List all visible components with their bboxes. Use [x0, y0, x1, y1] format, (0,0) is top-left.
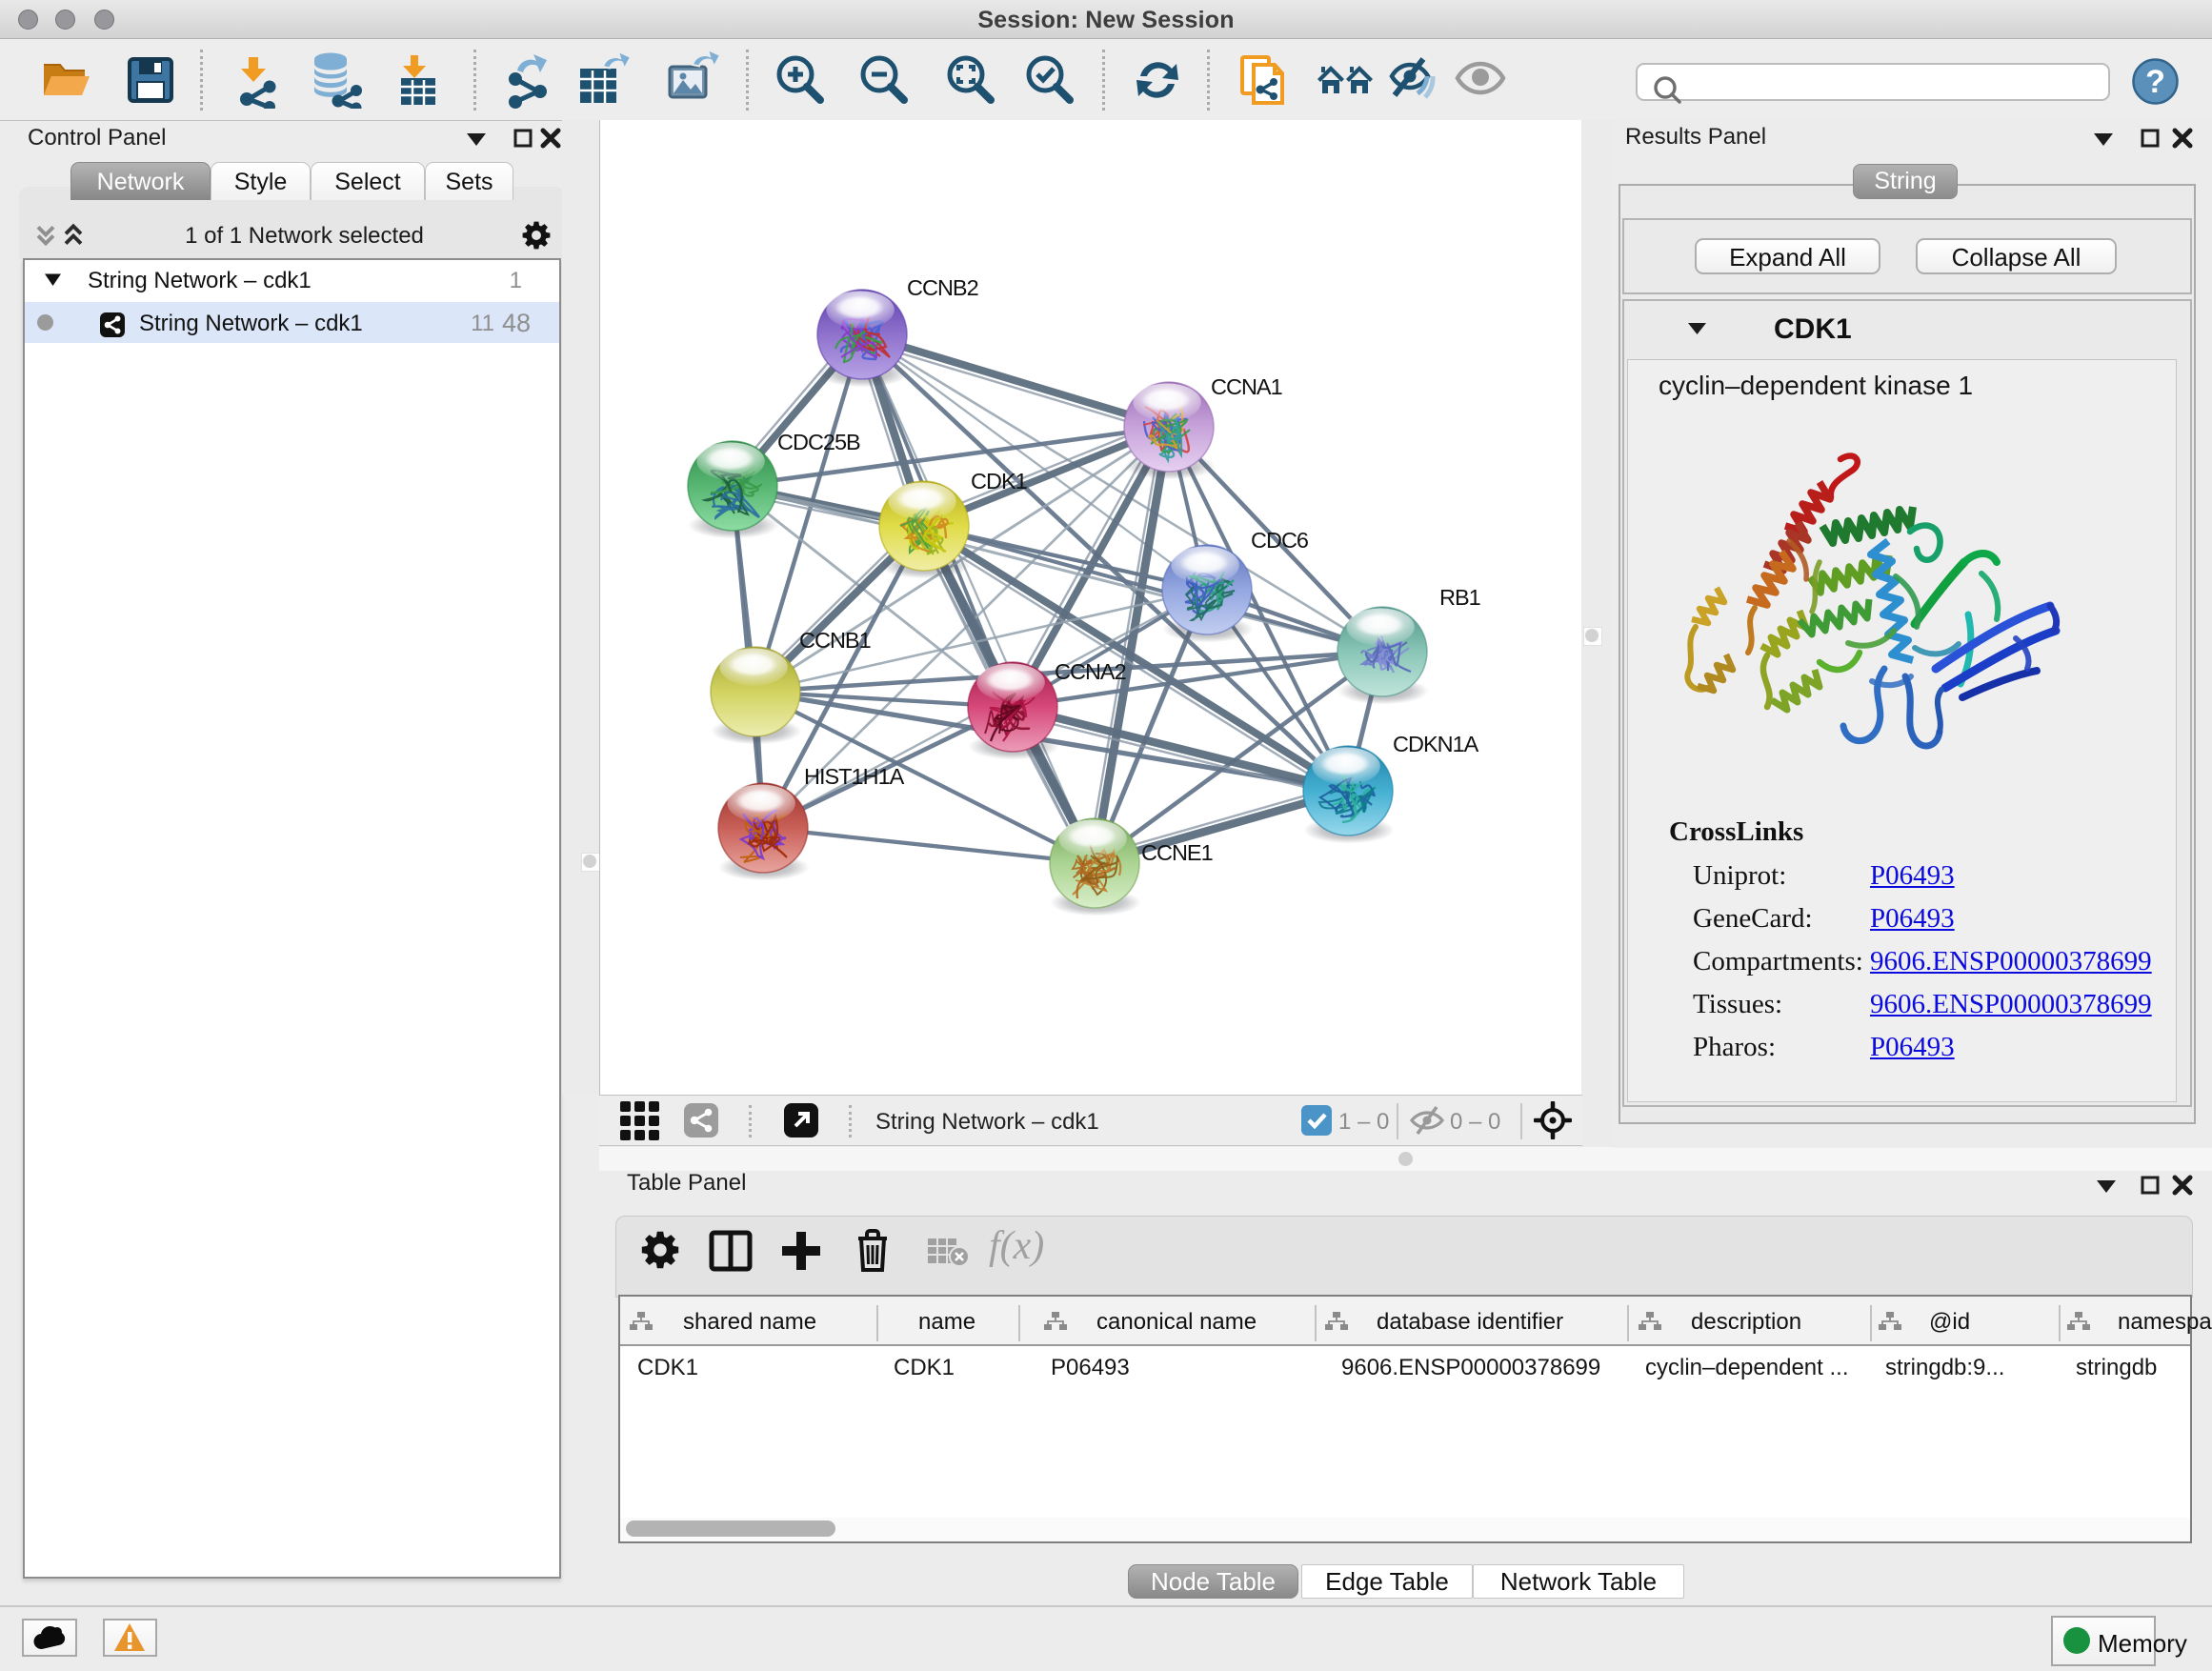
svg-text:?: ? — [2145, 64, 2165, 100]
svg-text:CDC25B: CDC25B — [777, 430, 860, 454]
svg-text:CDKN1A: CDKN1A — [1393, 732, 1479, 756]
svg-text:CDC6: CDC6 — [1251, 528, 1309, 553]
svg-text:CCNE1: CCNE1 — [1141, 840, 1213, 865]
svg-text:CCNA2: CCNA2 — [1055, 659, 1126, 684]
svg-text:CCNB2: CCNB2 — [907, 275, 978, 300]
svg-text:HIST1H1A: HIST1H1A — [804, 764, 905, 789]
svg-text:RB1: RB1 — [1439, 585, 1480, 610]
svg-text:CDK1: CDK1 — [971, 469, 1027, 493]
svg-text:CCNA1: CCNA1 — [1211, 374, 1282, 399]
svg-text:CCNB1: CCNB1 — [799, 628, 871, 653]
